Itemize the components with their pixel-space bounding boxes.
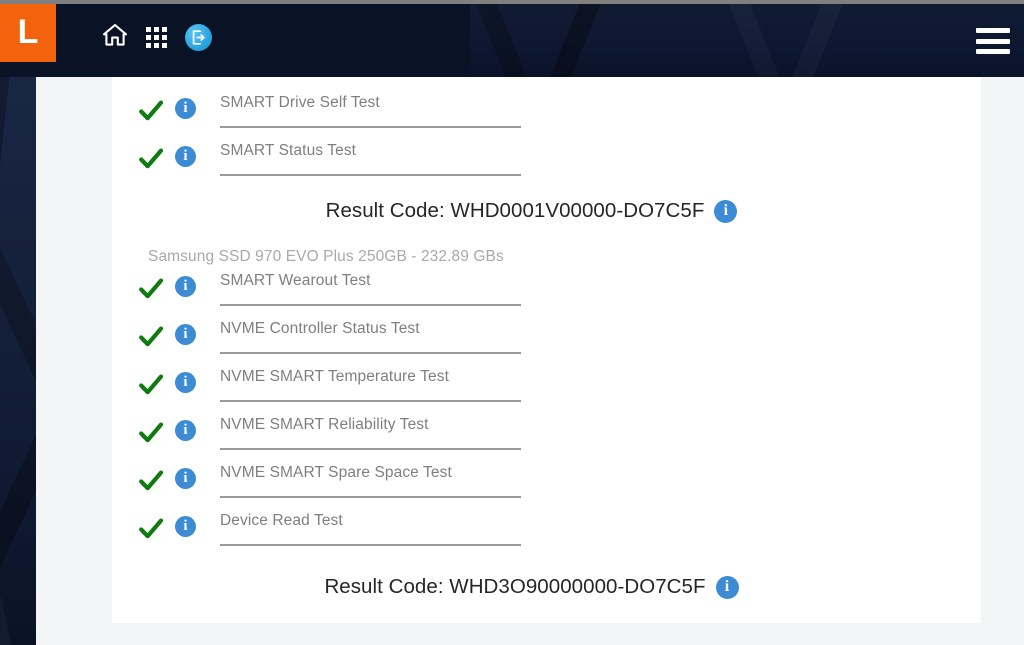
test-info-icon[interactable]: i [175, 372, 196, 393]
test-underline [220, 400, 521, 402]
test-underline [220, 544, 521, 546]
window-top-strip [0, 0, 1024, 4]
test-row[interactable]: i Device Read Test [112, 510, 981, 558]
grid-dot [146, 35, 151, 40]
test-info-icon[interactable]: i [175, 98, 196, 119]
test-name: NVME Controller Status Test [220, 320, 522, 338]
pass-check-icon [138, 276, 164, 302]
info-glyph: i [183, 101, 187, 116]
grid-dot [162, 43, 167, 48]
test-name: SMART Wearout Test [220, 272, 522, 290]
test-info-icon[interactable]: i [175, 468, 196, 489]
pass-check-icon [138, 324, 164, 350]
test-underline [220, 496, 521, 498]
info-glyph: i [183, 423, 187, 438]
hamburger-line [976, 28, 1010, 33]
test-name: NVME SMART Temperature Test [220, 368, 522, 386]
pass-check-icon [138, 372, 164, 398]
test-row[interactable]: i NVME SMART Temperature Test [112, 366, 981, 414]
login-arrow-icon[interactable] [185, 24, 212, 51]
hamburger-line [976, 49, 1010, 54]
header-nav-icons [102, 23, 212, 52]
info-glyph: i [183, 471, 187, 486]
test-info-icon[interactable]: i [175, 146, 196, 167]
grid-dot [162, 27, 167, 32]
info-glyph: i [724, 203, 728, 219]
header-left-block [0, 4, 470, 77]
grid-dot [154, 27, 159, 32]
info-glyph: i [183, 519, 187, 534]
test-list-section-two: i SMART Wearout Test i NVME Controller S… [112, 270, 981, 558]
test-name: SMART Drive Self Test [220, 94, 522, 112]
hamburger-menu-icon[interactable] [976, 28, 1010, 54]
test-row[interactable]: i SMART Drive Self Test [112, 92, 981, 140]
pass-check-icon [138, 146, 164, 172]
result-info-icon[interactable]: i [714, 200, 737, 223]
logo-letter: L [18, 15, 39, 49]
grid-dot [154, 35, 159, 40]
test-info-icon[interactable]: i [175, 324, 196, 345]
test-underline [220, 126, 521, 128]
result-info-icon[interactable]: i [716, 576, 739, 599]
info-glyph: i [183, 279, 187, 294]
test-name: NVME SMART Reliability Test [220, 416, 522, 434]
test-row[interactable]: i NVME Controller Status Test [112, 318, 981, 366]
hamburger-line [976, 39, 1010, 44]
content-shell: i SMART Drive Self Test i SMART Status T… [36, 51, 1024, 645]
test-row[interactable]: i NVME SMART Reliability Test [112, 414, 981, 462]
test-underline [220, 352, 521, 354]
test-name: Device Read Test [220, 512, 522, 530]
result-code-text: Result Code: WHD3O90000000-DO7C5F [324, 575, 705, 599]
pass-check-icon [138, 516, 164, 542]
test-underline [220, 174, 521, 176]
test-info-icon[interactable]: i [175, 276, 196, 297]
info-glyph: i [725, 579, 729, 595]
pass-check-icon [138, 468, 164, 494]
result-code-row: Result Code: WHD0001V00000-DO7C5F i [112, 188, 981, 234]
test-name: NVME SMART Spare Space Test [220, 464, 522, 482]
home-icon[interactable] [102, 23, 128, 52]
test-list-section-one: i SMART Drive Self Test i SMART Status T… [112, 77, 981, 188]
test-row[interactable]: i SMART Wearout Test [112, 270, 981, 318]
test-info-icon[interactable]: i [175, 420, 196, 441]
grid-apps-icon[interactable] [146, 27, 167, 48]
result-code-row: Result Code: WHD3O90000000-DO7C5F i [112, 564, 981, 610]
grid-dot [146, 27, 151, 32]
info-glyph: i [183, 149, 187, 164]
result-code-text: Result Code: WHD0001V00000-DO7C5F [326, 199, 705, 223]
test-name: SMART Status Test [220, 142, 522, 160]
app-root: L [0, 0, 1024, 645]
info-glyph: i [183, 375, 187, 390]
test-row[interactable]: i NVME SMART Spare Space Test [112, 462, 981, 510]
grid-dot [146, 43, 151, 48]
test-info-icon[interactable]: i [175, 516, 196, 537]
pass-check-icon [138, 98, 164, 124]
grid-dot [162, 35, 167, 40]
test-underline [220, 304, 521, 306]
test-row[interactable]: i SMART Status Test [112, 140, 981, 188]
pass-check-icon [138, 420, 164, 446]
diagnostics-card: i SMART Drive Self Test i SMART Status T… [112, 77, 981, 623]
app-logo[interactable]: L [0, 4, 56, 62]
info-glyph: i [183, 327, 187, 342]
grid-dot [154, 43, 159, 48]
app-header: L [0, 4, 1024, 77]
drive-label: Samsung SSD 970 EVO Plus 250GB - 232.89 … [112, 248, 981, 266]
test-underline [220, 448, 521, 450]
